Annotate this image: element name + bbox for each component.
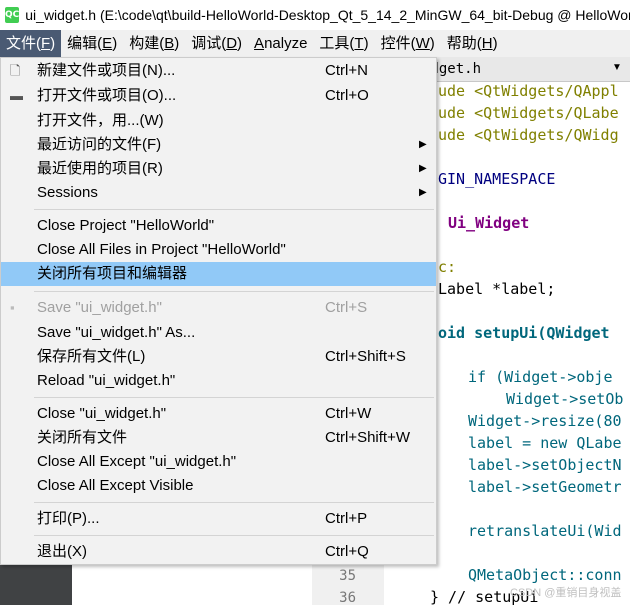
code-line: label = new QLabe <box>468 434 622 452</box>
open-folder-icon: ▬ <box>10 88 23 103</box>
menu-item-label: Close All Files in Project "HelloWorld" <box>37 241 286 258</box>
menu-item-label: Sessions <box>37 184 98 201</box>
menu-item-shortcut: Ctrl+Q <box>325 543 369 560</box>
menu-separator <box>34 397 434 398</box>
menu-item-label: Save "ui_widget.h" As... <box>37 324 196 341</box>
menu-item-save-as[interactable]: Save "ui_widget.h" As... <box>1 321 436 345</box>
code-line: Widget->setOb <box>506 390 624 408</box>
code-line: Widget->resize(80 <box>468 412 622 430</box>
title-bar: QC ui_widget.h (E:\code\qt\build-HelloWo… <box>0 0 630 30</box>
menu-item-label: Close All Except "ui_widget.h" <box>37 453 237 470</box>
save-disk-icon: ▪ <box>10 300 15 315</box>
code-line: label->setObjectN <box>468 456 622 474</box>
menu-item-close-all[interactable]: 关闭所有文件 Ctrl+Shift+W <box>1 426 436 450</box>
menu-item-reload[interactable]: Reload "ui_widget.h" <box>1 369 436 393</box>
code-line: Label *label; <box>438 280 556 298</box>
menu-item-close[interactable]: Close "ui_widget.h" Ctrl+W <box>1 402 436 426</box>
menu-analyze[interactable]: Analyze <box>248 30 313 57</box>
menu-separator <box>34 502 434 503</box>
menu-item-shortcut: Ctrl+W <box>325 405 372 422</box>
menu-item-save-all[interactable]: 保存所有文件(L) Ctrl+Shift+S <box>1 345 436 369</box>
menu-build[interactable]: 构建(B) <box>123 30 185 57</box>
menu-item-shortcut: Ctrl+Shift+S <box>325 348 406 365</box>
menu-item-close-project[interactable]: Close Project "HelloWorld" <box>1 214 436 238</box>
menu-item-open-file-or-project[interactable]: ▬ 打开文件或项目(O)... Ctrl+O <box>1 84 436 108</box>
menu-item-label: 最近使用的项目(R) <box>37 160 163 177</box>
menu-item-recent-files[interactable]: 最近访问的文件(F) ▶ <box>1 133 436 157</box>
menu-separator <box>34 209 434 210</box>
submenu-arrow-icon: ▶ <box>419 187 427 198</box>
menu-item-label: Save "ui_widget.h" <box>37 299 162 316</box>
code-line: GIN_NAMESPACE <box>438 170 556 188</box>
menu-file[interactable]: 文件(F) <box>0 30 62 57</box>
menu-item-open-with[interactable]: 打开文件，用...(W) <box>1 109 436 133</box>
menu-item-label: Close "ui_widget.h" <box>37 405 167 422</box>
menu-item-label: 新建文件或项目(N)... <box>37 62 176 79</box>
menu-item-close-all-except[interactable]: Close All Except "ui_widget.h" <box>1 450 436 474</box>
menu-separator <box>34 291 434 292</box>
qt-creator-app-icon: QC <box>5 7 20 23</box>
submenu-arrow-icon: ▶ <box>419 139 427 150</box>
menu-item-shortcut: Ctrl+O <box>325 87 369 104</box>
code-line: Ui_Widget <box>448 214 530 232</box>
code-line: ude <QtWidgets/QLabe <box>438 104 619 122</box>
menu-item-label: 关闭所有文件 <box>37 429 128 446</box>
menu-item-exit[interactable]: 退出(X) Ctrl+Q <box>1 540 436 564</box>
code-line: ude <QtWidgets/QAppl <box>438 82 619 100</box>
menu-item-close-all-projects-and-editors[interactable]: 关闭所有项目和编辑器 <box>1 262 436 286</box>
code-line: label->setGeometr <box>468 478 622 496</box>
menu-edit[interactable]: 编辑(E) <box>61 30 123 57</box>
menu-item-label: 关闭所有项目和编辑器 <box>37 265 188 282</box>
menu-debug[interactable]: 调试(D) <box>185 30 248 57</box>
code-line: QMetaObject::conn <box>468 566 622 584</box>
menu-item-sessions[interactable]: Sessions ▶ <box>1 181 436 205</box>
menu-item-label: Close Project "HelloWorld" <box>37 217 215 234</box>
menu-item-close-all-except-visible[interactable]: Close All Except Visible <box>1 474 436 498</box>
menu-separator <box>34 535 434 536</box>
code-line: if (Widget->obje <box>468 368 613 386</box>
code-line: oid setupUi(QWidget <box>438 324 610 342</box>
menu-item-label: 打开文件或项目(O)... <box>37 87 177 104</box>
menu-item-save: ▪ Save "ui_widget.h" Ctrl+S <box>1 296 436 320</box>
watermark: CSDN @重销目身视盖 <box>510 587 622 599</box>
window-title: ui_widget.h (E:\code\qt\build-HelloWorld… <box>25 7 630 23</box>
menu-item-label: 打开文件，用...(W) <box>37 112 164 129</box>
submenu-arrow-icon: ▶ <box>419 163 427 174</box>
menu-item-shortcut: Ctrl+P <box>325 510 368 527</box>
code-line: ude <QtWidgets/QWidg <box>438 126 619 144</box>
code-line: retranslateUi(Wid <box>468 522 622 540</box>
document-dropdown-icon[interactable]: ▼ <box>612 62 622 73</box>
file-menu-dropdown: 🗋 新建文件或项目(N)... Ctrl+N ▬ 打开文件或项目(O)... C… <box>0 57 437 565</box>
menu-item-label: 退出(X) <box>37 543 87 560</box>
menu-item-label: 保存所有文件(L) <box>37 348 146 365</box>
menu-controls[interactable]: 控件(W) <box>375 30 441 57</box>
menu-item-new-file-or-project[interactable]: 🗋 新建文件或项目(N)... Ctrl+N <box>1 59 436 83</box>
menu-help[interactable]: 帮助(H) <box>441 30 504 57</box>
code-line: c: <box>438 258 457 276</box>
menu-item-recent-projects[interactable]: 最近使用的项目(R) ▶ <box>1 157 436 181</box>
menu-bar: 文件(F) 编辑(E) 构建(B) 调试(D) Analyze 工具(T) 控件… <box>0 30 630 57</box>
menu-item-close-all-files-in-project[interactable]: Close All Files in Project "HelloWorld" <box>1 238 436 262</box>
new-file-icon: 🗋 <box>10 63 21 78</box>
menu-item-label: Reload "ui_widget.h" <box>37 372 176 389</box>
menu-item-shortcut: Ctrl+S <box>325 299 368 316</box>
menu-item-shortcut: Ctrl+Shift+W <box>325 429 411 446</box>
menu-tools[interactable]: 工具(T) <box>313 30 374 57</box>
menu-item-label: Close All Except Visible <box>37 477 194 494</box>
line-number: 35 <box>339 568 356 584</box>
menu-item-shortcut: Ctrl+N <box>325 62 368 79</box>
menu-item-print[interactable]: 打印(P)... Ctrl+P <box>1 507 436 531</box>
menu-item-label: 最近访问的文件(F) <box>37 136 162 153</box>
line-number: 36 <box>339 590 356 606</box>
menu-item-label: 打印(P)... <box>37 510 100 527</box>
